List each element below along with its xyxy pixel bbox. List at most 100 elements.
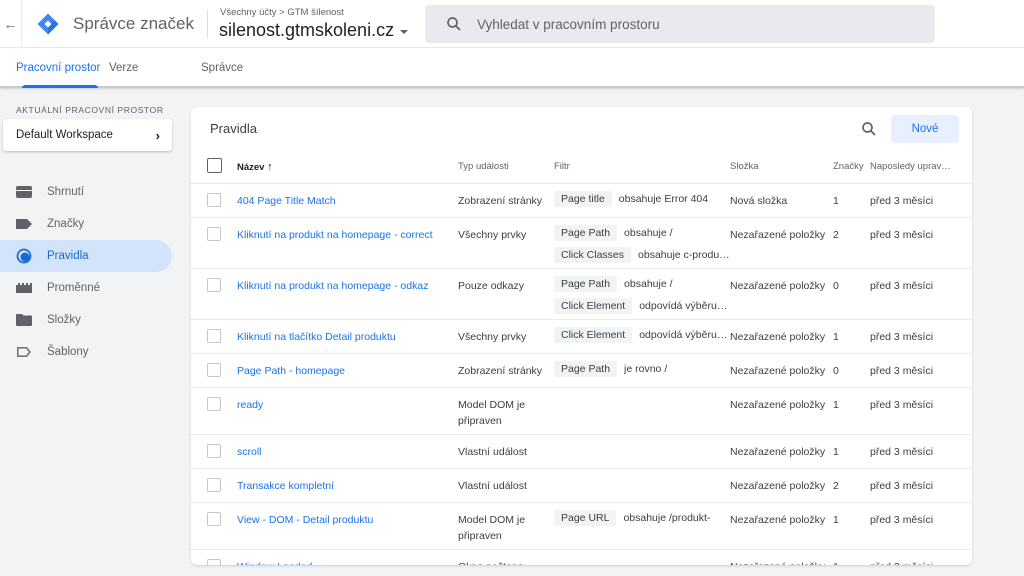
table-row[interactable]: Page Path - homepage Zobrazení stránky P… <box>191 353 972 388</box>
search-icon <box>447 17 461 31</box>
event-type: Zobrazení stránky <box>458 183 554 218</box>
container-selector[interactable]: silenost.gtmskoleni.cz <box>219 20 409 41</box>
trigger-name-link[interactable]: Page Path - homepage <box>237 353 458 388</box>
event-type: Všechny prvky <box>458 319 554 354</box>
variables-icon <box>16 280 32 296</box>
row-checkbox[interactable] <box>207 362 221 377</box>
table-row[interactable]: Transakce kompletní Vlastní událost Neza… <box>191 468 972 503</box>
sidebar-item-folders[interactable]: Složky <box>0 304 172 336</box>
tag-count: 0 <box>833 268 870 320</box>
breadcrumb[interactable]: Všechny účty > GTM šílenost <box>220 7 344 18</box>
row-select-cell <box>191 387 237 435</box>
folder-name: Nezařazené položky <box>730 319 833 354</box>
select-all-checkbox[interactable] <box>207 157 222 173</box>
sidebar-item-triggers[interactable]: Pravidla <box>0 240 172 272</box>
event-type: Vlastní událost <box>458 468 554 503</box>
search-icon[interactable] <box>860 120 878 138</box>
sidebar-item-variables[interactable]: Proměnné <box>0 272 172 304</box>
workspace-name: Default Workspace <box>16 129 113 141</box>
column-header-tags[interactable]: Značky <box>833 151 870 184</box>
folder-name: Nezařazené položky <box>730 268 833 320</box>
trigger-name-link[interactable]: 404 Page Title Match <box>237 183 458 218</box>
app-title: Správce značek <box>73 14 194 33</box>
row-checkbox[interactable] <box>207 328 221 343</box>
column-header-name[interactable]: Název ↑ <box>237 151 458 184</box>
last-edited: před 3 měsíci <box>870 319 972 354</box>
filter-condition-text: je rovno / <box>624 362 668 375</box>
back-button[interactable]: ← <box>0 0 22 48</box>
column-header-event-type[interactable]: Typ události <box>458 151 554 184</box>
workspace-search[interactable]: Vyhledat v pracovním prostoru <box>425 5 935 43</box>
trigger-name-link[interactable]: Kliknutí na produkt na homepage - correc… <box>237 217 458 269</box>
filter-condition: Page Path obsahuje / <box>554 275 730 292</box>
column-header-filter[interactable]: Filtr <box>554 151 730 184</box>
trigger-name-link[interactable]: scroll <box>237 434 458 469</box>
sidebar-item-label: Značky <box>47 218 85 230</box>
tag-count: 1 <box>833 387 870 435</box>
row-checkbox[interactable] <box>207 277 221 292</box>
sidebar-item-tags[interactable]: Značky <box>0 208 172 240</box>
tab-admin[interactable]: Správce <box>201 62 243 74</box>
tag-count: 0 <box>833 353 870 388</box>
trigger-name-link[interactable]: Transakce kompletní <box>237 468 458 503</box>
row-select-cell <box>191 268 237 320</box>
table-row[interactable]: scroll Vlastní událost Nezařazené položk… <box>191 434 972 469</box>
row-checkbox[interactable] <box>207 443 221 458</box>
briefcase-icon <box>16 184 32 200</box>
table-header-row: Název ↑ Typ události Filtr Složka Značky… <box>191 151 972 184</box>
filter-condition-text: odpovídá výběru … <box>639 299 730 312</box>
filter-cell: Page Path obsahuje / Click Element odpov… <box>554 268 730 320</box>
sidebar-item-overview[interactable]: Shrnutí <box>0 176 172 208</box>
row-checkbox[interactable] <box>207 396 221 411</box>
row-checkbox[interactable] <box>207 558 221 565</box>
column-header-last-edited[interactable]: Naposledy uprav… <box>870 151 972 184</box>
gtm-logo-icon <box>37 13 59 35</box>
table-row[interactable]: Kliknutí na produkt na homepage - correc… <box>191 217 972 269</box>
new-trigger-button[interactable]: Nové <box>891 115 959 143</box>
event-type: Zobrazení stránky <box>458 353 554 388</box>
workspace-selector[interactable]: Default Workspace › <box>3 119 172 151</box>
trigger-name-link[interactable]: ready <box>237 387 458 435</box>
tag-count: 1 <box>833 319 870 354</box>
table-row[interactable]: Kliknutí na tlačítko Detail produktu Vše… <box>191 319 972 354</box>
table-row[interactable]: ready Model DOM je připraven Nezařazené … <box>191 387 972 435</box>
trigger-name-link[interactable]: Kliknutí na produkt na homepage - odkaz <box>237 268 458 320</box>
last-edited: před 3 měsíci <box>870 502 972 550</box>
row-checkbox[interactable] <box>207 192 221 207</box>
trigger-name-link[interactable]: Window Loaded <box>237 549 458 566</box>
filter-condition: Page Path obsahuje / <box>554 224 730 241</box>
last-edited: před 3 měsíci <box>870 434 972 469</box>
folder-name: Nezařazené položky <box>730 468 833 503</box>
row-checkbox[interactable] <box>207 477 221 492</box>
row-select-cell <box>191 434 237 469</box>
tag-count: 1 <box>833 549 870 566</box>
trigger-name-link[interactable]: View - DOM - Detail produktu <box>237 502 458 550</box>
header-divider <box>207 10 208 38</box>
sidebar-item-templates[interactable]: Šablony <box>0 336 172 368</box>
sidebar-item-label: Pravidla <box>47 250 89 262</box>
filter-cell <box>554 387 730 435</box>
filter-condition: Click Classes obsahuje c-produ… <box>554 246 730 263</box>
filter-variable-chip: Page title <box>554 190 612 207</box>
top-bar: ← Správce značek Všechny účty > GTM šíle… <box>0 0 1024 48</box>
folder-name: Nezařazené položky <box>730 502 833 550</box>
table-row[interactable]: View - DOM - Detail produktu Model DOM j… <box>191 502 972 550</box>
filter-condition-text: obsahuje Error 404 <box>618 192 709 205</box>
row-checkbox[interactable] <box>207 511 221 526</box>
filter-cell: Page Path obsahuje / Click Classes obsah… <box>554 217 730 269</box>
table-row[interactable]: 404 Page Title Match Zobrazení stránky P… <box>191 183 972 218</box>
trigger-icon <box>16 248 32 264</box>
table-row[interactable]: Kliknutí na produkt na homepage - odkaz … <box>191 268 972 320</box>
sort-ascending-icon: ↑ <box>267 160 273 173</box>
row-checkbox[interactable] <box>207 226 221 241</box>
filter-variable-chip: Page Path <box>554 275 618 292</box>
column-header-folder[interactable]: Složka <box>730 151 833 184</box>
tab-versions[interactable]: Verze <box>109 62 138 74</box>
filter-condition-text: odpovídá výběru … <box>639 328 730 341</box>
trigger-name-link[interactable]: Kliknutí na tlačítko Detail produktu <box>237 319 458 354</box>
filter-cell <box>554 549 730 565</box>
sidebar-item-label: Proměnné <box>47 282 101 294</box>
table-row[interactable]: Window Loaded Okno načteno Nezařazené po… <box>191 549 972 565</box>
tab-workspace[interactable]: Pracovní prostor <box>16 62 100 74</box>
container-name: silenost.gtmskoleni.cz <box>219 20 395 40</box>
